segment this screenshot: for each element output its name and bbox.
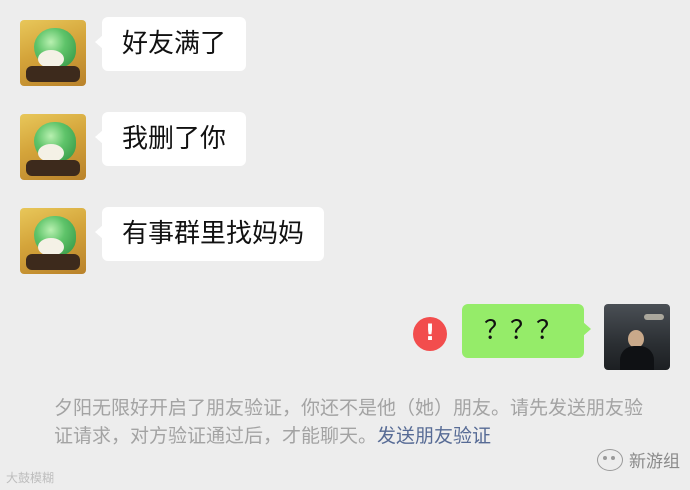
contact-avatar[interactable] xyxy=(20,114,86,180)
received-message-bubble[interactable]: 好友满了 xyxy=(94,17,247,71)
contact-avatar[interactable] xyxy=(20,20,86,86)
watermark-left: 大鼓模糊 xyxy=(6,471,55,485)
send-verification-link[interactable]: 发送朋友验证 xyxy=(377,425,491,447)
wechat-logo-icon xyxy=(597,448,623,471)
sent-message-bubble[interactable]: ？？？ xyxy=(462,304,592,358)
watermark-right-label: 新游组 xyxy=(629,452,680,472)
watermark-right: 新游组 xyxy=(597,447,680,472)
received-message-bubble[interactable]: 我删了你 xyxy=(94,112,247,166)
self-avatar[interactable] xyxy=(604,304,670,370)
verification-notice-text: 夕阳无限好开启了朋友验证，你还不是他（她）朋友。请先发送朋友验证请求，对方验证通… xyxy=(54,397,644,447)
contact-avatar[interactable] xyxy=(20,208,86,274)
friend-verification-notice: 夕阳无限好开启了朋友验证，你还不是他（她）朋友。请先发送朋友验证请求，对方验证通… xyxy=(54,394,654,450)
received-message-bubble[interactable]: 有事群里找妈妈 xyxy=(94,207,325,261)
send-failed-error-icon[interactable]: ! xyxy=(413,317,447,351)
